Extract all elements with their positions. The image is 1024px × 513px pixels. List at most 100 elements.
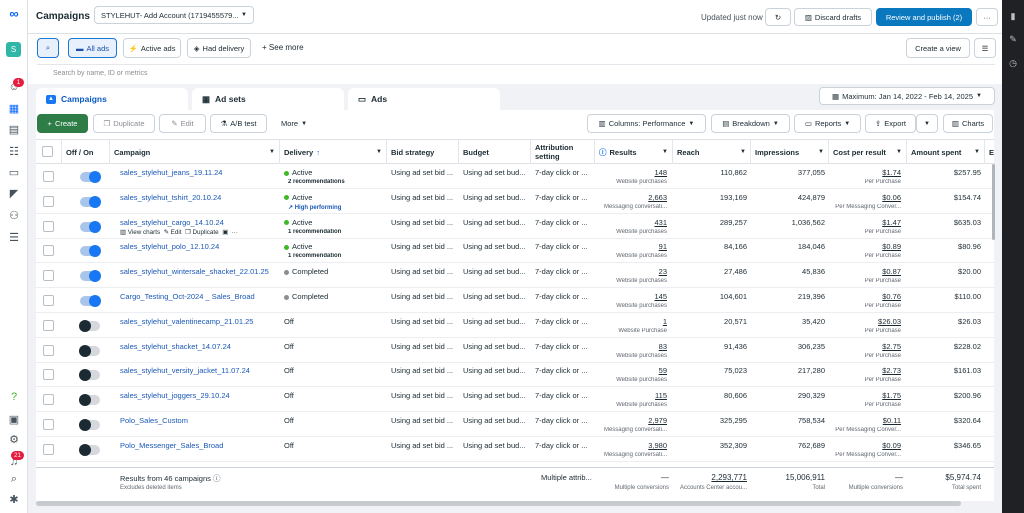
campaign-toggle[interactable] xyxy=(79,394,100,407)
ads-reporting-icon[interactable]: ◤ xyxy=(6,186,22,200)
meta-logo-icon[interactable]: ∞ xyxy=(6,6,22,21)
row-checkbox[interactable] xyxy=(43,443,54,455)
table-row[interactable]: sales_stylehut_jeans_19.11.24 Active 2 rec… xyxy=(36,164,994,189)
create-view-button[interactable]: Create a view xyxy=(906,38,970,58)
row-checkbox[interactable] xyxy=(43,344,54,356)
campaign-name-link[interactable]: sales_stylehut_polo_12.10.24 xyxy=(120,242,219,251)
ab-test-button[interactable]: ⚗ A/B test xyxy=(210,114,267,133)
campaign-name-link[interactable]: sales_stylehut_joggers_29.10.24 xyxy=(120,391,230,400)
cost-per-result-value[interactable]: $0.89 xyxy=(829,242,901,252)
campaign-name-link[interactable]: sales_stylehut_jeans_19.11.24 xyxy=(120,168,222,177)
cost-per-result-value[interactable]: $1.47 xyxy=(829,218,901,228)
delivery-recommendation[interactable]: 1 recommendation xyxy=(288,253,341,262)
results-value[interactable]: 2,663 xyxy=(595,193,667,203)
results-value[interactable]: 23 xyxy=(595,267,667,277)
export-options-button[interactable]: ▼ xyxy=(916,114,938,133)
table-row[interactable]: sales_stylehut_valentinecamp_21.01.25 Off… xyxy=(36,313,994,338)
tab-campaigns[interactable]: ▲ Campaigns xyxy=(36,88,188,110)
delivery-recommendation[interactable]: ↗ High performing xyxy=(288,204,341,213)
header-delivery[interactable]: Delivery ↑ ▼ xyxy=(280,140,387,164)
cost-per-result-value[interactable]: $2.73 xyxy=(829,366,901,376)
pencil-icon[interactable]: ✎ xyxy=(1007,33,1019,45)
select-all-checkbox[interactable] xyxy=(42,146,53,157)
account-avatar[interactable]: S xyxy=(6,42,21,57)
horizontal-scrollbar-thumb[interactable] xyxy=(36,501,961,506)
header-reach[interactable]: Reach ▼ xyxy=(673,140,751,164)
history-icon[interactable]: ◷ xyxy=(1007,57,1019,69)
duplicate-button[interactable]: ❐ Duplicate xyxy=(93,114,155,133)
table-row[interactable]: Polo_Messenger_Sales_Broad Off Using ad se… xyxy=(36,437,994,462)
results-value[interactable]: 431 xyxy=(595,218,667,228)
results-value[interactable]: 148 xyxy=(595,168,667,178)
audiences-icon[interactable]: ☷ xyxy=(6,144,22,158)
review-and-publish-button[interactable]: Review and publish (2) xyxy=(876,8,972,26)
campaign-toggle[interactable] xyxy=(80,195,101,208)
campaign-name-link[interactable]: Polo_Sales_Custom xyxy=(120,416,188,425)
campaign-toggle[interactable] xyxy=(80,171,101,183)
table-row[interactable]: sales_stylehut_polo_12.10.24 Active 1 reco… xyxy=(36,238,994,264)
header-bid-strategy[interactable]: Bid strategy xyxy=(387,140,459,164)
help-icon[interactable]: ? xyxy=(6,390,22,404)
campaign-toggle[interactable] xyxy=(79,443,100,456)
campaign-toggle[interactable] xyxy=(79,344,100,357)
table-row[interactable]: sales_stylehut_versity_jacket_11.07.24 Of… xyxy=(36,362,994,388)
campaign-toggle[interactable] xyxy=(80,295,101,307)
campaign-toggle[interactable] xyxy=(79,319,100,332)
results-value[interactable]: 3,980 xyxy=(595,441,667,451)
results-value[interactable]: 83 xyxy=(595,342,667,352)
bar-chart-icon[interactable]: ▮ xyxy=(1007,10,1019,22)
refresh-button[interactable]: ↻ xyxy=(765,8,791,26)
cost-per-result-value[interactable]: $26.03 xyxy=(829,317,901,327)
header-campaign[interactable]: Campaign ▼ xyxy=(110,140,280,164)
search-toggle-button[interactable]: ⌕ xyxy=(37,38,59,58)
account-selector[interactable]: STYLEHUT- Add Account (1719455579... ▼ xyxy=(94,6,254,24)
tab-ad-sets[interactable]: ▦ Ad sets xyxy=(192,88,344,110)
events-manager-icon[interactable]: ⚇ xyxy=(6,208,22,222)
search-input[interactable]: Search by name, ID or metrics xyxy=(53,70,148,77)
results-value[interactable]: 2,979 xyxy=(595,416,667,426)
header-attribution[interactable]: Attribution setting xyxy=(531,140,595,164)
campaign-toggle[interactable] xyxy=(79,369,100,382)
cost-per-result-value[interactable]: $1.74 xyxy=(829,168,901,178)
campaign-name-link[interactable]: sales_stylehut_versity_jacket_11.07.24 xyxy=(120,366,250,375)
table-row[interactable]: sales_stylehut_tshirt_20.10.24 Active ↗ Hi… xyxy=(36,189,994,214)
header-results[interactable]: ⓘ Results ▼ xyxy=(595,140,673,164)
delivery-recommendation[interactable]: 2 recommendations xyxy=(288,179,345,188)
pages-icon[interactable]: ▤ xyxy=(6,122,22,136)
header-cost-per-result[interactable]: Cost per result ▼ xyxy=(829,140,907,164)
charts-button[interactable]: ▥ Charts xyxy=(943,114,993,133)
cost-per-result-value[interactable]: $0.11 xyxy=(829,416,901,426)
row-checkbox[interactable] xyxy=(43,369,54,381)
bug-report-icon[interactable]: ✱ xyxy=(6,492,22,506)
cost-per-result-value[interactable]: $0.76 xyxy=(829,292,901,302)
campaign-toggle[interactable] xyxy=(80,245,101,258)
more-options-button[interactable]: ··· xyxy=(976,8,998,26)
results-value[interactable]: 115 xyxy=(595,391,667,401)
columns-dropdown[interactable]: ▥ Columns: Performance ▼ xyxy=(587,114,706,133)
campaign-toggle[interactable] xyxy=(80,220,101,233)
results-value[interactable]: 1 xyxy=(595,317,667,327)
create-button[interactable]: + Create xyxy=(37,114,88,133)
campaign-toggle[interactable] xyxy=(80,270,101,283)
row-checkbox[interactable] xyxy=(43,319,54,331)
campaigns-table-icon[interactable]: ▦ xyxy=(6,101,22,115)
filter-settings-button[interactable]: ☰ xyxy=(974,38,996,58)
row-checkbox[interactable] xyxy=(43,171,54,182)
row-checkbox[interactable] xyxy=(43,270,54,282)
vertical-scrollbar[interactable] xyxy=(992,164,995,240)
row-checkbox[interactable] xyxy=(43,220,54,232)
header-budget[interactable]: Budget xyxy=(459,140,531,164)
settings-icon[interactable]: ⚙ xyxy=(6,432,22,446)
table-row[interactable]: Polo_Sales_Custom Off Using ad set bid ...… xyxy=(36,412,994,437)
see-more-link[interactable]: + See more xyxy=(262,43,304,52)
date-range-picker[interactable]: ▦ Maximum: Jan 14, 2022 - Feb 14, 2025 ▼ xyxy=(819,87,995,105)
header-impressions[interactable]: Impressions ▼ xyxy=(751,140,829,164)
tab-ads[interactable]: ▭ Ads xyxy=(348,88,500,110)
campaign-toggle[interactable] xyxy=(79,419,100,431)
cost-per-result-value[interactable]: $0.09 xyxy=(829,441,901,451)
row-checkbox[interactable] xyxy=(43,295,54,306)
row-checkbox[interactable] xyxy=(43,195,54,207)
horizontal-scrollbar[interactable] xyxy=(36,501,994,506)
had-delivery-filter[interactable]: ◈ Had delivery xyxy=(187,38,251,58)
table-row[interactable]: Cargo_Testing_Oct-2024 _ Sales_Broad Comp… xyxy=(36,288,994,313)
